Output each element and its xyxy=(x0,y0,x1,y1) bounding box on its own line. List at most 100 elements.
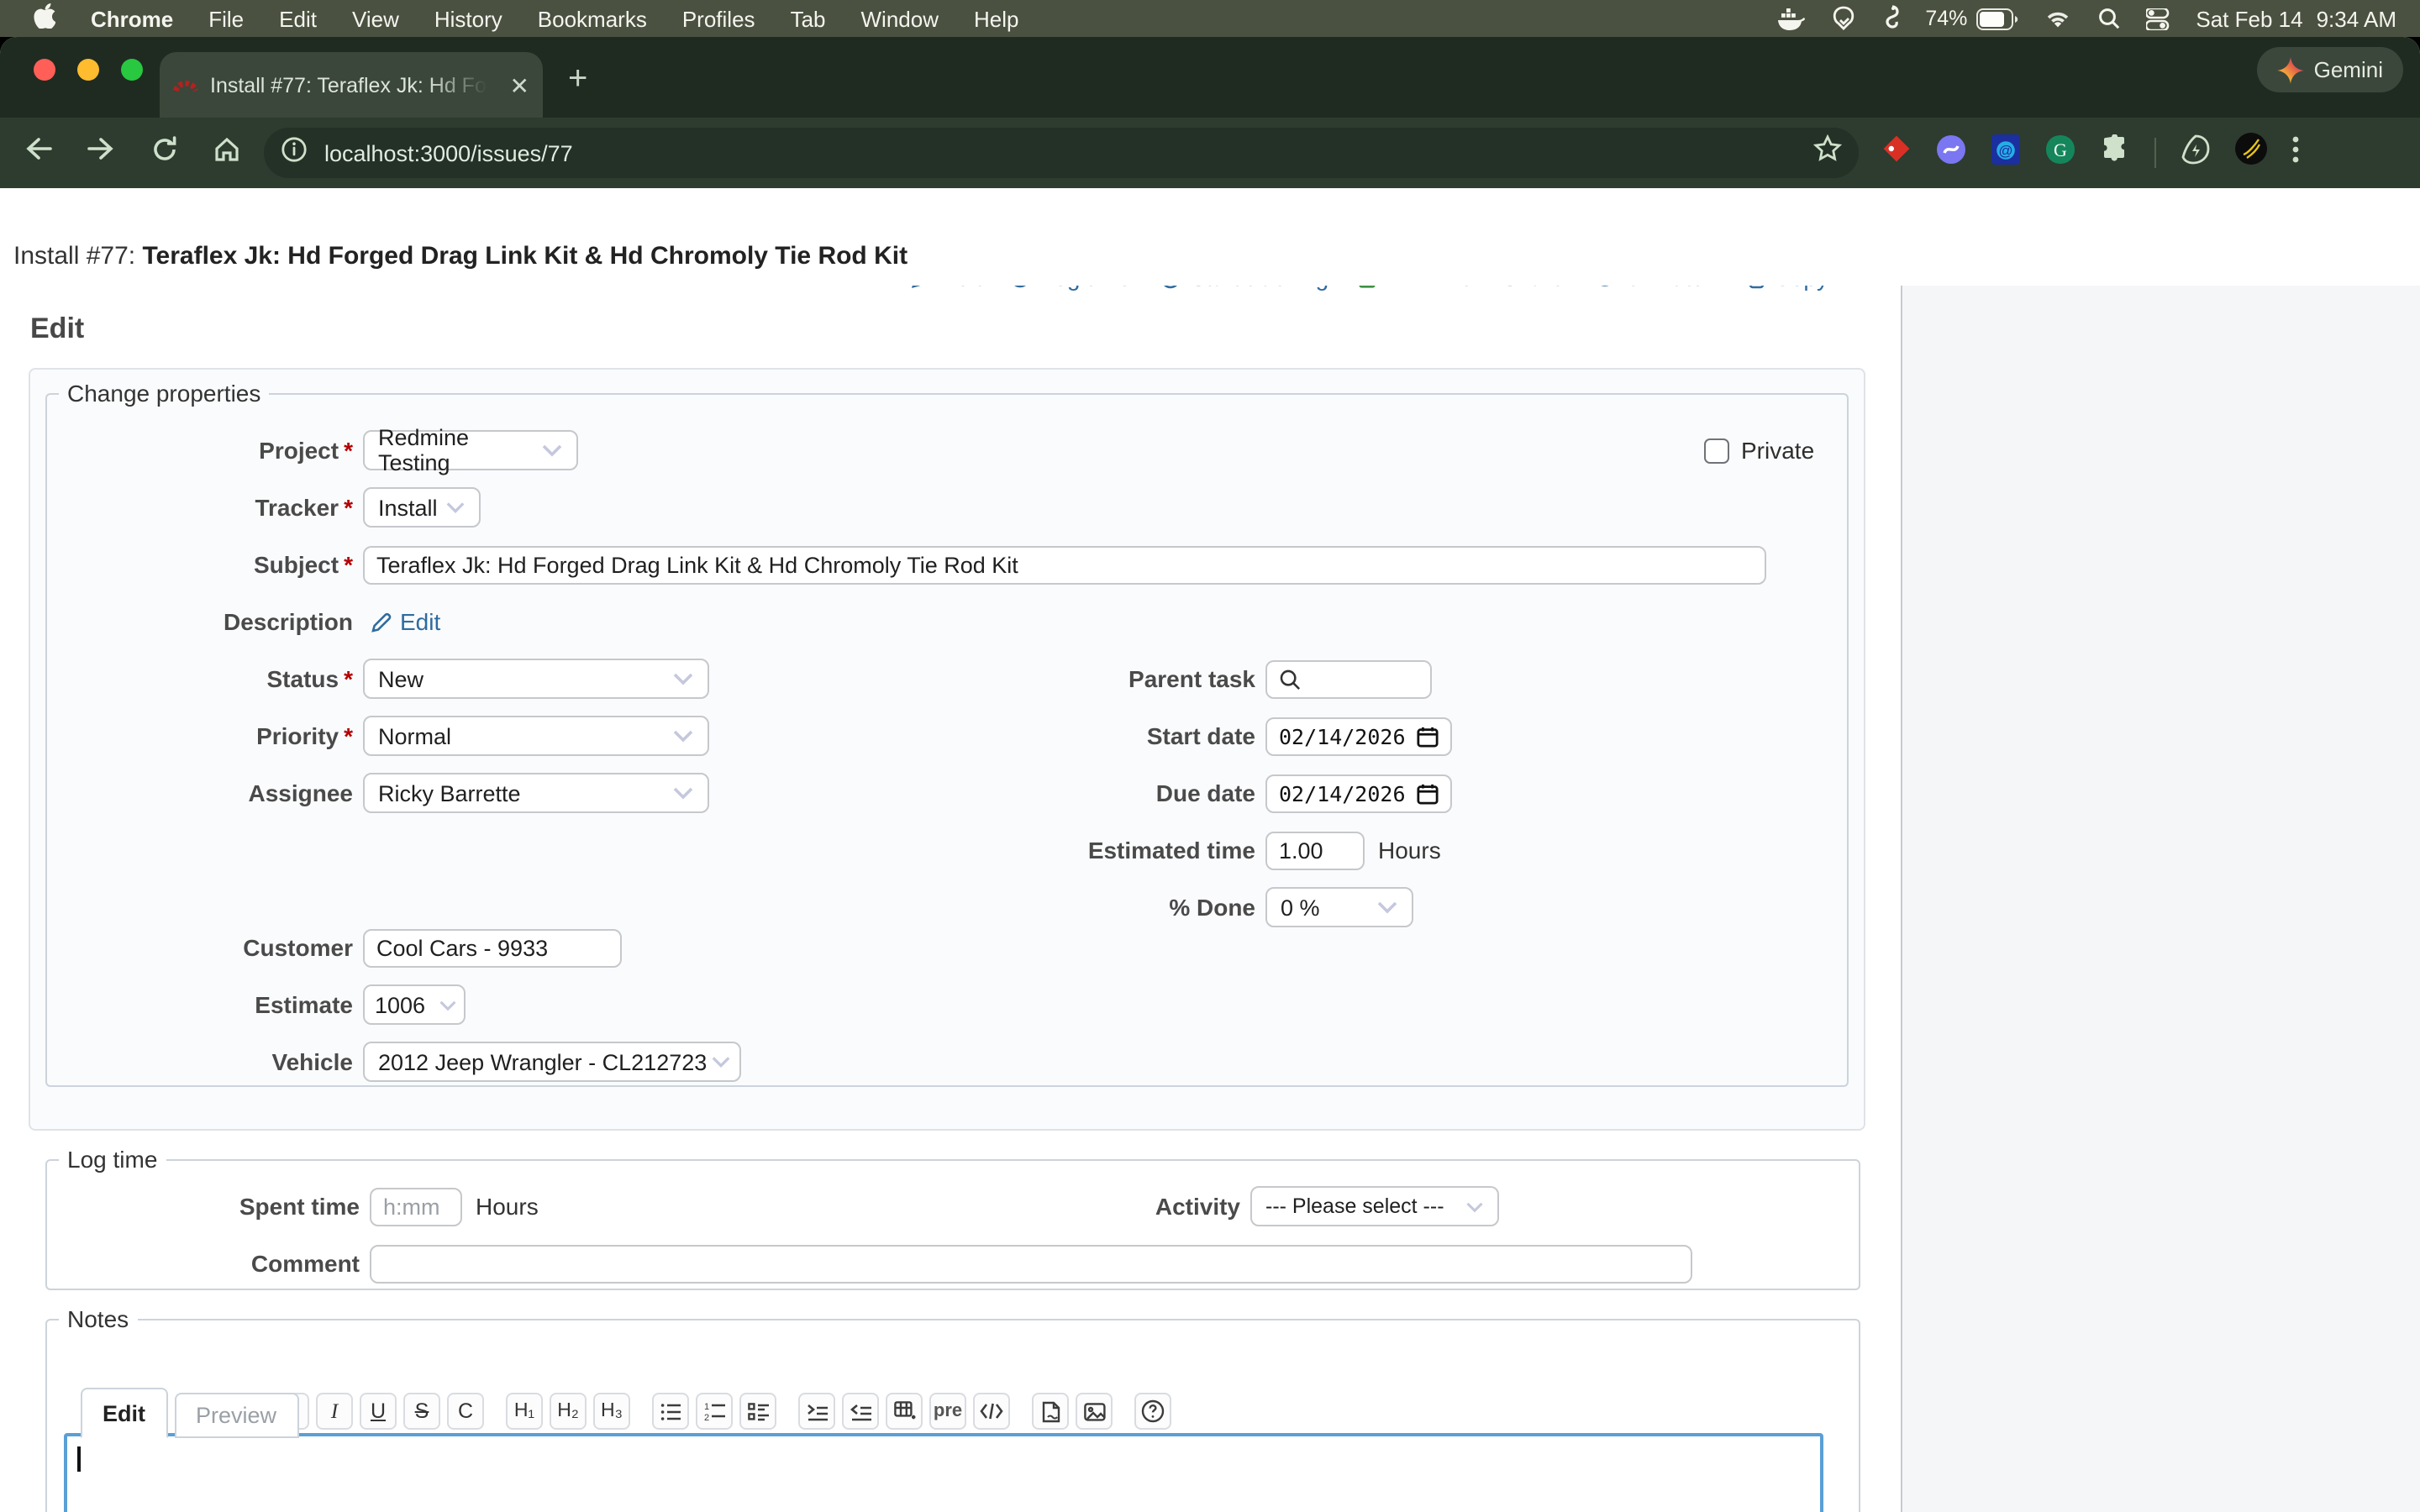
private-checkbox[interactable] xyxy=(1704,438,1729,463)
parent-task-input[interactable] xyxy=(1265,659,1432,698)
description-label: Description xyxy=(67,608,353,635)
heading3-button[interactable]: H₃ xyxy=(593,1393,630,1430)
change-properties-legend: Change properties xyxy=(59,380,269,407)
forward-button[interactable] xyxy=(87,136,116,170)
heading1-button[interactable]: H₁ xyxy=(506,1393,543,1430)
docker-icon[interactable] xyxy=(1776,6,1804,31)
copy-action-link[interactable]: Copy xyxy=(1745,286,1828,291)
seahorse-icon[interactable] xyxy=(1881,5,1900,32)
notes-textarea[interactable] xyxy=(64,1433,1823,1512)
notes-tab-preview[interactable]: Preview xyxy=(174,1393,298,1438)
extension-red-icon[interactable] xyxy=(1882,134,1911,171)
menubar-item-bookmarks[interactable]: Bookmarks xyxy=(538,6,647,31)
wifi-icon[interactable] xyxy=(2043,8,2071,29)
underline-button[interactable]: U xyxy=(360,1393,397,1430)
home-button[interactable] xyxy=(213,135,240,171)
menubar-item-help[interactable]: Help xyxy=(974,6,1019,31)
insert-image-button[interactable] xyxy=(1076,1393,1113,1430)
project-label: Project* xyxy=(67,437,353,464)
menubar-item-chrome[interactable]: Chrome xyxy=(91,6,173,31)
description-edit-link[interactable]: Edit xyxy=(370,608,440,635)
done-select[interactable]: 0 % xyxy=(1265,887,1413,927)
menubar-item-profiles[interactable]: Profiles xyxy=(682,6,755,31)
task-list-button[interactable] xyxy=(739,1393,776,1430)
unwatch-action-link[interactable]: Unwatch xyxy=(1593,286,1717,291)
battery-indicator[interactable]: 74% xyxy=(1925,7,2018,30)
paw-icon[interactable] xyxy=(1829,5,1856,32)
vehicle-row: Vehicle 2012 Jeep Wrangler - CL212723 xyxy=(67,1042,1827,1082)
indent-button[interactable] xyxy=(798,1393,835,1430)
start-date-input[interactable]: 02/14/2026 xyxy=(1265,717,1453,755)
menubar-item-window[interactable]: Window xyxy=(861,6,939,31)
insert-table-button[interactable] xyxy=(886,1393,923,1430)
due-date-input[interactable]: 02/14/2026 xyxy=(1265,774,1453,812)
extension-blue-lock-icon[interactable]: @ xyxy=(1991,134,2020,172)
vehicle-select[interactable]: 2012 Jeep Wrangler - CL212723 xyxy=(363,1042,741,1082)
edit-action-link[interactable]: Edit xyxy=(912,286,982,291)
code-block-button[interactable] xyxy=(973,1393,1010,1430)
bullet-list-button[interactable] xyxy=(652,1393,689,1430)
tab-close-icon[interactable]: ✕ xyxy=(510,73,529,97)
profile-avatar[interactable] xyxy=(2235,133,2267,173)
start-tracking-action-link[interactable]: Start tracking xyxy=(1160,286,1328,291)
text-cursor xyxy=(77,1446,80,1472)
grammarly-icon[interactable]: G xyxy=(2045,134,2075,172)
menubar-time[interactable]: 9:34 AM xyxy=(2317,6,2396,31)
comment-input[interactable] xyxy=(370,1244,1692,1283)
bill-time-action-link[interactable]: Bill Time xyxy=(1357,286,1473,291)
url-text[interactable]: localhost:3000/issues/77 xyxy=(324,140,1813,165)
menubar-item-file[interactable]: File xyxy=(208,6,244,31)
heading2-button[interactable]: H₂ xyxy=(550,1393,587,1430)
apple-menu-icon[interactable] xyxy=(34,3,55,34)
log-time-action-link[interactable]: Log time xyxy=(1011,286,1131,291)
search-icon xyxy=(1279,668,1301,690)
close-window-button[interactable] xyxy=(34,59,55,81)
preformatted-button[interactable]: pre xyxy=(929,1393,966,1430)
tracker-select[interactable]: Install xyxy=(363,487,481,528)
share-action-link[interactable]: Share xyxy=(1502,286,1565,291)
estimated-time-input[interactable] xyxy=(1265,831,1365,869)
menubar-item-view[interactable]: View xyxy=(352,6,399,31)
spent-time-input[interactable] xyxy=(370,1187,462,1226)
site-info-icon[interactable] xyxy=(281,135,308,171)
menubar-item-tab[interactable]: Tab xyxy=(791,6,826,31)
numbered-list-button[interactable]: 12 xyxy=(696,1393,733,1430)
browser-tab[interactable]: Install #77: Teraflex Jk: Hd Fo ✕ xyxy=(160,52,543,118)
battery-saver-icon[interactable] xyxy=(2181,134,2210,172)
help-button[interactable] xyxy=(1134,1393,1171,1430)
menubar-item-history[interactable]: History xyxy=(434,6,502,31)
notes-tab-edit[interactable]: Edit xyxy=(81,1388,167,1438)
attach-file-button[interactable] xyxy=(1032,1393,1069,1430)
back-button[interactable] xyxy=(24,136,52,170)
subject-input[interactable] xyxy=(363,545,1766,584)
activity-select[interactable]: --- Please select --- xyxy=(1250,1186,1499,1226)
menubar-date[interactable]: Sat Feb 14 xyxy=(2196,6,2302,31)
strikethrough-button[interactable]: S xyxy=(403,1393,440,1430)
gemini-button[interactable]: Gemini xyxy=(2257,47,2403,92)
due-date-label: Due date xyxy=(655,780,1255,806)
address-bar[interactable]: localhost:3000/issues/77 xyxy=(264,128,1859,178)
browser-toolbar: localhost:3000/issues/77 @ G xyxy=(0,118,2420,188)
toolbar-divider xyxy=(2154,138,2156,168)
minimize-window-button[interactable] xyxy=(77,59,99,81)
change-properties-fieldset: Change properties Project* Redmine Testi… xyxy=(45,380,1849,1087)
context-toolbar-clipped: Edit Log time Start tracking Bill Time S… xyxy=(0,286,1901,306)
customer-input[interactable] xyxy=(363,928,622,967)
menubar-item-edit[interactable]: Edit xyxy=(279,6,317,31)
outdent-button[interactable] xyxy=(842,1393,879,1430)
spotlight-icon[interactable] xyxy=(2096,7,2120,30)
calendar-icon xyxy=(1418,782,1439,804)
chrome-menu-icon[interactable] xyxy=(2292,135,2299,171)
inline-code-button[interactable]: C xyxy=(447,1393,484,1430)
estimate-select[interactable]: 1006 xyxy=(363,984,466,1025)
control-center-icon[interactable] xyxy=(2145,8,2170,29)
reload-button[interactable] xyxy=(151,135,178,171)
project-select[interactable]: Redmine Testing xyxy=(363,430,578,470)
italic-button[interactable]: I xyxy=(316,1393,353,1430)
new-tab-button[interactable]: + xyxy=(568,60,587,99)
bookmark-star-icon[interactable] xyxy=(1813,134,1842,171)
comment-row: Comment xyxy=(67,1243,1839,1284)
extension-purple-icon[interactable] xyxy=(1936,134,1966,172)
extensions-puzzle-icon[interactable] xyxy=(2101,134,2129,171)
maximize-window-button[interactable] xyxy=(121,59,143,81)
